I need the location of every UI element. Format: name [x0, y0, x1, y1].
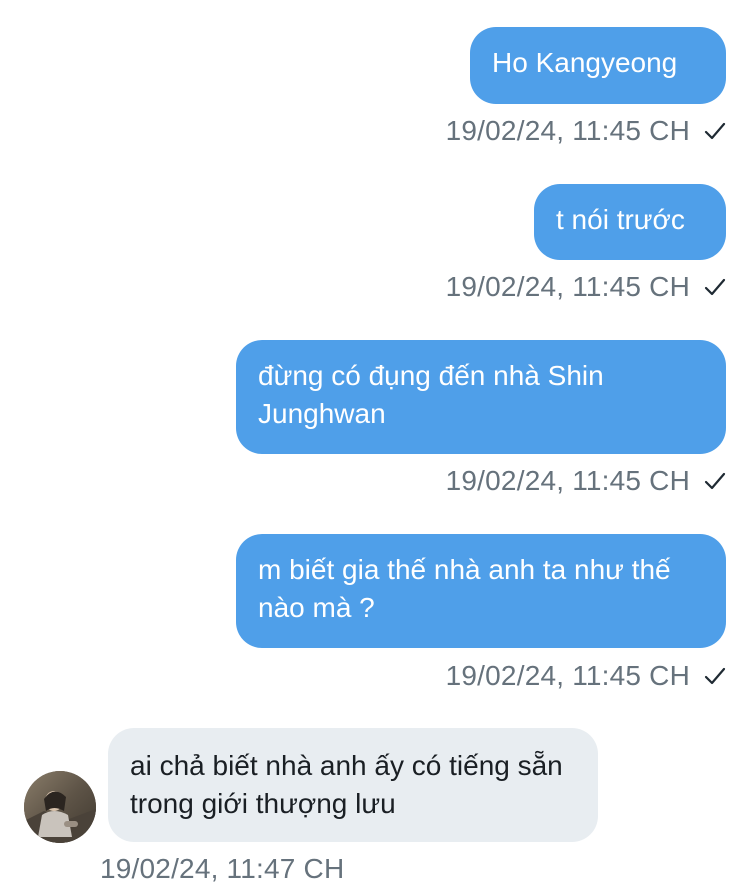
- message-text: ai chả biết nhà anh ấy có tiếng sẵn tron…: [130, 750, 563, 819]
- check-icon: [704, 278, 726, 296]
- chat-thread: Ho Kangyeong 19/02/24, 11:45 CH t nói tr…: [0, 0, 750, 894]
- outgoing-message-bubble[interactable]: đừng có đụng đến nhà Shin Junghwan: [236, 340, 726, 454]
- check-icon: [704, 667, 726, 685]
- message-timestamp: 19/02/24, 11:45 CH: [446, 464, 726, 498]
- message-timestamp: 19/02/24, 11:45 CH: [446, 270, 726, 304]
- check-icon: [704, 122, 726, 140]
- message-timestamp: 19/02/24, 11:45 CH: [446, 114, 726, 148]
- timestamp-text: 19/02/24, 11:45 CH: [445, 465, 691, 496]
- user-avatar[interactable]: [24, 771, 96, 843]
- timestamp-text: 19/02/24, 11:45 CH: [445, 660, 691, 691]
- message-timestamp: 19/02/24, 11:47 CH: [100, 852, 344, 886]
- message-text: t nói trước: [556, 204, 685, 235]
- check-icon: [704, 472, 726, 490]
- message-text: Ho Kangyeong: [492, 47, 678, 78]
- outgoing-message-bubble[interactable]: Ho Kangyeong: [470, 27, 726, 104]
- message-timestamp: 19/02/24, 11:45 CH: [446, 659, 726, 693]
- timestamp-text: 19/02/24, 11:45 CH: [445, 271, 691, 302]
- avatar-photo-icon: [24, 771, 96, 843]
- incoming-message-bubble[interactable]: ai chả biết nhà anh ấy có tiếng sẵn tron…: [108, 728, 598, 842]
- outgoing-message-bubble[interactable]: m biết gia thế nhà anh ta như thế nào mà…: [236, 534, 726, 648]
- timestamp-text: 19/02/24, 11:47 CH: [100, 853, 345, 884]
- outgoing-message-bubble[interactable]: t nói trước: [534, 184, 726, 260]
- message-text: đừng có đụng đến nhà Shin Junghwan: [258, 360, 604, 429]
- message-text: m biết gia thế nhà anh ta như thế nào mà…: [258, 554, 671, 623]
- timestamp-text: 19/02/24, 11:45 CH: [445, 115, 691, 146]
